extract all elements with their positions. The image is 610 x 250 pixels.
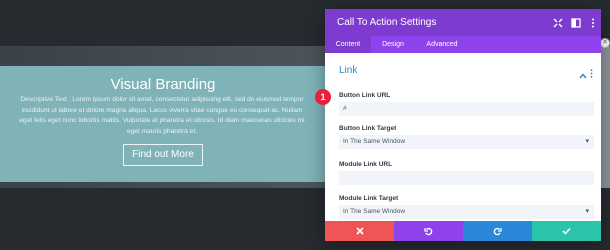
modal-title: Call To Action Settings (337, 17, 437, 28)
redo-button[interactable] (463, 221, 532, 241)
more-options-icon[interactable] (586, 16, 599, 29)
close-icon (355, 227, 364, 235)
find-out-more-button[interactable]: Find out More (123, 144, 203, 166)
tab-advanced[interactable]: Advanced (415, 36, 469, 53)
section-title: Link (339, 65, 358, 76)
step-badge: 1 (315, 89, 331, 105)
button-link-target-value: In The Same Window (343, 138, 406, 145)
chevron-down-icon: ▾ (585, 138, 589, 145)
undo-button[interactable] (394, 221, 463, 241)
chevron-up-icon (579, 66, 587, 84)
cancel-button[interactable] (325, 221, 394, 241)
redo-icon (493, 227, 502, 235)
split-view-icon[interactable] (569, 16, 582, 29)
cta-title: Visual Branding (110, 76, 216, 93)
settings-modal: Call To Action Settings Content Design A… (325, 9, 601, 241)
more-options-icon[interactable] (590, 65, 593, 83)
module-link-url-label: Module Link URL (339, 161, 393, 168)
tab-content[interactable]: Content (325, 36, 371, 53)
module-link-target-label: Module Link Target (339, 195, 399, 202)
check-icon (562, 227, 571, 235)
modal-footer (325, 221, 601, 241)
button-link-target-label: Button Link Target (339, 125, 397, 132)
undo-icon (424, 227, 433, 235)
modal-header: Call To Action Settings (325, 9, 601, 36)
chevron-down-icon: ▾ (585, 208, 589, 215)
link-section-toggle[interactable]: Link (339, 64, 593, 79)
module-link-target-value: In The Same Window (343, 208, 406, 215)
tab-design[interactable]: Design (371, 36, 415, 53)
call-to-action-module[interactable]: Visual Branding Descriptive Text : Lorem… (0, 66, 326, 182)
save-button[interactable] (532, 221, 601, 241)
button-link-url-label: Button Link URL (339, 92, 391, 99)
module-link-url-input[interactable] (339, 171, 594, 185)
expand-icon[interactable] (551, 16, 564, 29)
cta-description: Descriptive Text : Lorem ipsum dolor sit… (19, 96, 305, 135)
module-link-target-select[interactable]: In The Same Window ▾ (339, 205, 594, 219)
modal-body: Link Button Link URL Button Link Target … (325, 53, 601, 221)
button-link-url-input[interactable] (339, 102, 594, 116)
button-link-target-select[interactable]: In The Same Window ▾ (339, 135, 594, 149)
close-circle-icon[interactable]: ✕ (600, 38, 610, 48)
modal-tabs: Content Design Advanced (325, 36, 601, 53)
